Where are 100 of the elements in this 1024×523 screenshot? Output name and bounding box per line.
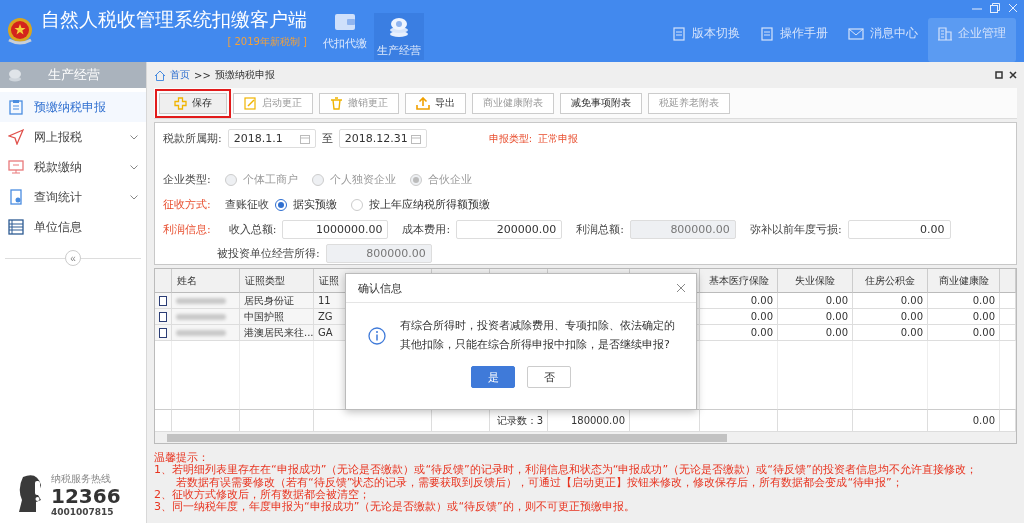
document-icon <box>672 26 686 41</box>
chevron-icon <box>130 164 138 170</box>
amount-field[interactable]: 1000000.00 <box>282 220 389 239</box>
app-title: 自然人税收管理系统扣缴客户端 <box>41 7 307 32</box>
sidebar-item[interactable]: 预缴纳税申报 <box>0 92 146 122</box>
checkbox[interactable] <box>159 311 167 322</box>
table-cell: 0.00 <box>778 325 853 341</box>
column-header: 商业健康险 <box>928 269 1000 293</box>
field-label: 征收方式: <box>163 197 211 212</box>
hotline-number: 12366 <box>51 486 121 507</box>
home-icon[interactable] <box>154 69 166 81</box>
header-link[interactable]: 版本切换 <box>662 18 750 62</box>
field-label: 企业类型: <box>163 172 211 187</box>
hotline-label: 纳税服务热线 <box>51 472 112 486</box>
column-header: 住房公积金 <box>853 269 928 293</box>
checkbox[interactable] <box>159 295 167 306</box>
date-field[interactable]: 2018.1.1 <box>227 129 316 148</box>
amount-field[interactable]: 800000.00 <box>325 244 432 263</box>
toolbar-button[interactable]: 导出 <box>405 92 466 114</box>
calendar-icon[interactable] <box>299 133 310 144</box>
amount-field[interactable]: 0.00 <box>847 220 951 239</box>
blurred-name <box>176 297 226 304</box>
checkbox[interactable] <box>159 327 167 338</box>
home-link[interactable]: 首页 <box>170 68 190 82</box>
table-cell: 0.00 <box>778 309 853 325</box>
notes-text: 温馨提示： 1、若明细列表里存在在“申报成功”（无论是否缴款）或“待反馈”的记录时，利润信息和状态为“申报成功”（无论是否缴款）或“待反馈”的投资者信息均不允许直接修改； 若数据有误需要修改（若有“待反馈”状态的记录，需要获取到反馈后），可通过【启动更正】按钮来修改，修改保存后，所有数据都会变成“待申报”； 2、征收方式修改后，所有数据都会被清空； 3、同一纳税年度，年度申报为“申报成功”（无论是否缴款）或“待反馈”的，则不可更正预缴申报。 <box>154 452 978 514</box>
header-cell <box>1000 269 1016 293</box>
field-label: 成本费用: <box>402 222 451 237</box>
chevron-icon <box>130 134 138 140</box>
monitor-icon <box>8 159 24 175</box>
table-cell: 0.00 <box>928 325 1000 341</box>
table-cell: 中国护照 <box>240 309 314 325</box>
send-icon <box>8 129 24 145</box>
header-link[interactable]: 企业管理 <box>928 18 1016 62</box>
table-cell: 0.00 <box>700 309 778 325</box>
sidebar-item[interactable]: 网上报税 <box>0 122 146 152</box>
column-header: 基本医疗保险 <box>700 269 778 293</box>
dialog-button[interactable]: 是 <box>471 366 515 389</box>
header-link[interactable]: 消息中心 <box>838 18 928 62</box>
toolbar-button[interactable]: 减免事项附表 <box>560 92 642 114</box>
chevron-icon <box>130 194 138 200</box>
radio-label: 个体工商户 <box>242 172 298 187</box>
field-label: 弥补以前年度亏损: <box>749 222 842 237</box>
dialog-button[interactable]: 否 <box>527 366 571 389</box>
column-header: 证照类型 <box>240 269 314 293</box>
radio-button[interactable] <box>274 198 287 211</box>
table-cell: 居民身份证 <box>240 293 314 309</box>
table-cell: 港澳居民来往... <box>240 325 314 341</box>
restore-icon[interactable] <box>990 2 1000 14</box>
wallet-icon <box>334 11 356 31</box>
edit-icon <box>244 96 257 110</box>
column-header: 失业保险 <box>778 269 853 293</box>
table-cell: 0.00 <box>853 293 928 309</box>
table-cell: 0.00 <box>928 293 1000 309</box>
radio-label: 个人独资企业 <box>329 172 396 187</box>
sidebar-item[interactable]: 税款缴纳 <box>0 152 146 182</box>
blurred-name <box>176 313 226 320</box>
declaration-type: 正常申报 <box>538 131 579 146</box>
field-label: 被投资单位经营所得: <box>217 246 320 261</box>
emblem-icon <box>5 16 35 46</box>
sidebar-title: 生产经营 <box>48 66 100 84</box>
collection-method: 查账征收 <box>224 197 269 212</box>
column-header: 姓名 <box>172 269 240 293</box>
edition-label: [ 2019年新税制 ] <box>227 35 307 49</box>
date-field[interactable]: 2018.12.31 <box>338 129 427 148</box>
collapse-button[interactable]: « <box>65 250 81 266</box>
report-icon <box>8 189 24 205</box>
field-label: 税款所属期: <box>163 131 222 146</box>
field-label: 申报类型: <box>488 131 533 146</box>
dialog-title: 确认信息 <box>358 280 402 296</box>
calendar-icon[interactable] <box>410 133 421 144</box>
module-tab[interactable]: 生产经营 <box>374 13 424 60</box>
info-icon <box>368 326 386 345</box>
close-icon[interactable] <box>1009 71 1017 79</box>
mail-icon <box>848 27 864 40</box>
radio-label: 据实预缴 <box>292 197 337 212</box>
header-link[interactable]: 操作手册 <box>750 18 838 62</box>
coins-icon <box>8 68 22 82</box>
radio-label: 合伙企业 <box>427 172 472 187</box>
horizontal-scrollbar[interactable] <box>155 431 1016 443</box>
field-label: 利润总额: <box>576 222 624 237</box>
trash-icon <box>330 96 343 110</box>
amount-field[interactable]: 200000.00 <box>456 220 563 239</box>
sidebar-item[interactable]: 单位信息 <box>0 212 146 242</box>
table-cell: 0.00 <box>700 325 778 341</box>
breadcrumb-separator: >> <box>194 69 211 81</box>
table-cell: 0.00 <box>853 325 928 341</box>
phone-number: 4001007815 <box>51 507 115 517</box>
table-cell: 0.00 <box>700 293 778 309</box>
blurred-name <box>176 329 226 336</box>
radio-label: 按上年应纳税所得额预缴 <box>368 197 490 212</box>
maximize-icon[interactable] <box>995 71 1003 79</box>
module-tab[interactable]: 代扣代缴 <box>320 0 370 62</box>
field-label: 利润信息: <box>163 222 211 237</box>
field-label: 至 <box>321 131 333 146</box>
field-label: 收入总额: <box>228 222 277 237</box>
amount-field[interactable]: 800000.00 <box>629 220 736 239</box>
sidebar-item[interactable]: 查询统计 <box>0 182 146 212</box>
table-cell: 0.00 <box>928 309 1000 325</box>
coins-icon <box>388 15 410 38</box>
